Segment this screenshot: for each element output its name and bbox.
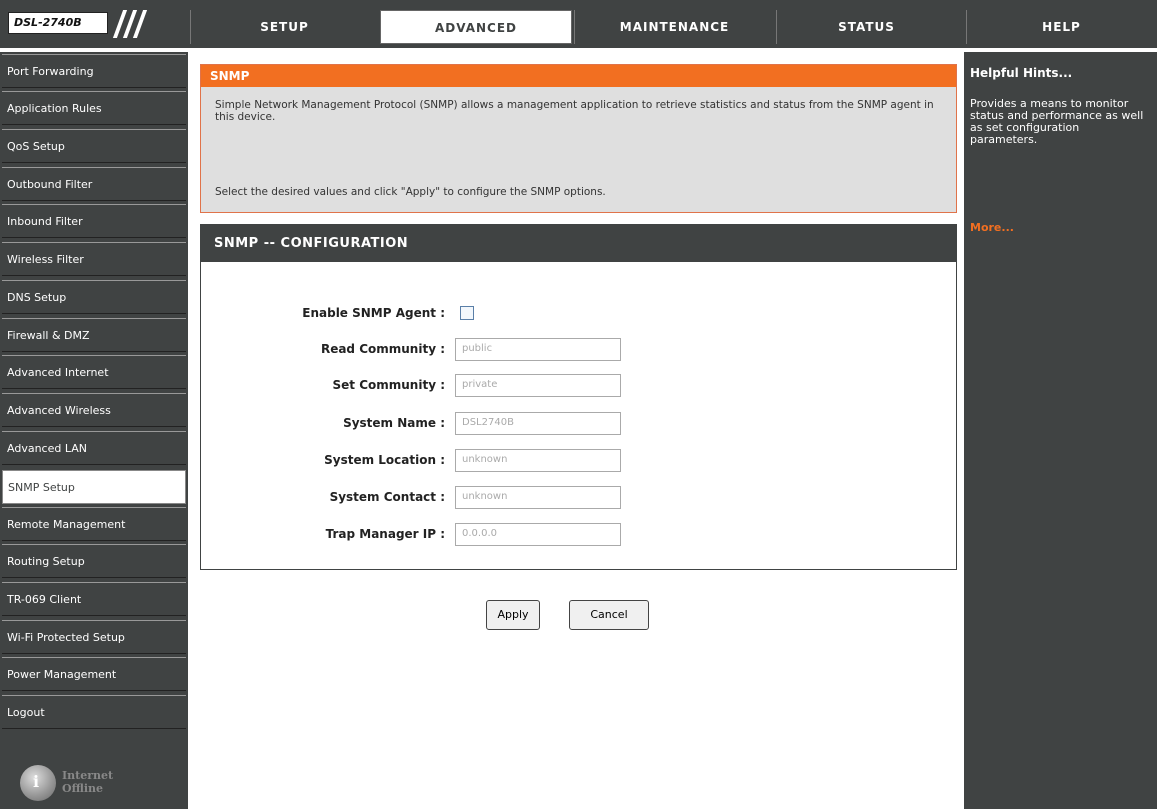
tab-status[interactable]: STATUS xyxy=(776,10,956,44)
read-community-row: Read Community : public xyxy=(201,338,958,362)
config-title: SNMP -- CONFIGURATION xyxy=(201,225,956,262)
sidebar-item-advanced-internet[interactable]: Advanced Internet xyxy=(2,355,186,389)
main-content: SNMP Simple Network Management Protocol … xyxy=(190,52,960,809)
sidebar-item-power-management[interactable]: Power Management xyxy=(2,657,186,691)
sidebar-item-routing-setup[interactable]: Routing Setup xyxy=(2,544,186,578)
system-contact-input[interactable]: unknown xyxy=(455,486,621,509)
internet-status: i Internet Offline xyxy=(20,765,170,805)
snmp-info-panel: SNMP Simple Network Management Protocol … xyxy=(200,64,957,213)
system-location-label: System Location : xyxy=(324,453,445,467)
apply-button[interactable]: Apply xyxy=(486,600,540,630)
hints-more-link[interactable]: More... xyxy=(970,221,1014,234)
internet-status-line1: Internet xyxy=(62,769,114,782)
system-name-row: System Name : DSL2740B xyxy=(201,412,958,436)
internet-status-line2: Offline xyxy=(62,782,104,795)
internet-globe-icon: i xyxy=(20,765,56,801)
read-community-input[interactable]: public xyxy=(455,338,621,361)
tab-maintenance[interactable]: MAINTENANCE xyxy=(574,10,774,44)
trap-manager-label: Trap Manager IP : xyxy=(325,527,445,541)
sidebar-item-dns-setup[interactable]: DNS Setup xyxy=(2,280,186,314)
snmp-title: SNMP xyxy=(201,65,956,87)
system-location-row: System Location : unknown xyxy=(201,449,958,473)
trap-manager-input[interactable]: 0.0.0.0 xyxy=(455,523,621,546)
read-community-label: Read Community : xyxy=(320,342,445,356)
system-location-input[interactable]: unknown xyxy=(455,449,621,472)
tab-help[interactable]: HELP xyxy=(966,10,1156,44)
system-name-label: System Name : xyxy=(343,416,445,430)
product-logo: DSL-2740B xyxy=(8,12,108,34)
enable-snmp-row: Enable SNMP Agent : xyxy=(201,302,958,326)
hints-title: Helpful Hints... xyxy=(970,66,1073,80)
logo-slashes-icon xyxy=(112,10,154,38)
sidebar-item-port-forwarding[interactable]: Port Forwarding xyxy=(2,54,186,88)
sidebar-item-tr069-client[interactable]: TR-069 Client xyxy=(2,582,186,616)
sidebar-item-remote-management[interactable]: Remote Management xyxy=(2,507,186,541)
snmp-instruction: Select the desired values and click "App… xyxy=(215,186,606,198)
sidebar: Port Forwarding Application Rules QoS Se… xyxy=(0,52,188,809)
snmp-description: Simple Network Management Protocol (SNMP… xyxy=(215,99,934,123)
sidebar-item-logout[interactable]: Logout xyxy=(2,695,186,729)
enable-snmp-checkbox[interactable] xyxy=(460,306,474,320)
set-community-label: Set Community : xyxy=(332,378,446,392)
top-bar: DSL-2740B SETUP ADVANCED MAINTENANCE STA… xyxy=(0,0,1157,48)
snmp-config-panel: SNMP -- CONFIGURATION Enable SNMP Agent … xyxy=(200,224,957,570)
tab-advanced[interactable]: ADVANCED xyxy=(380,10,572,44)
sidebar-item-outbound-filter[interactable]: Outbound Filter xyxy=(2,167,186,201)
system-contact-label: System Contact : xyxy=(329,490,445,504)
trap-manager-row: Trap Manager IP : 0.0.0.0 xyxy=(201,523,958,547)
enable-snmp-label: Enable SNMP Agent : xyxy=(302,306,445,320)
sidebar-item-advanced-lan[interactable]: Advanced LAN xyxy=(2,431,186,465)
internet-status-label: Internet Offline xyxy=(62,769,113,795)
cancel-button[interactable]: Cancel xyxy=(569,600,649,630)
sidebar-item-advanced-wireless[interactable]: Advanced Wireless xyxy=(2,393,186,427)
set-community-row: Set Community : private xyxy=(201,374,958,398)
logo-area: DSL-2740B xyxy=(2,4,182,44)
sidebar-item-wireless-filter[interactable]: Wireless Filter xyxy=(2,242,186,276)
sidebar-item-firewall-dmz[interactable]: Firewall & DMZ xyxy=(2,318,186,352)
tab-setup[interactable]: SETUP xyxy=(190,10,378,44)
helpful-hints-panel: Helpful Hints... Provides a means to mon… xyxy=(964,52,1157,809)
hints-text: Provides a means to monitor status and p… xyxy=(970,97,1144,146)
sidebar-item-wifi-protected-setup[interactable]: Wi-Fi Protected Setup xyxy=(2,620,186,654)
sidebar-item-inbound-filter[interactable]: Inbound Filter xyxy=(2,204,186,238)
sidebar-item-qos-setup[interactable]: QoS Setup xyxy=(2,129,186,163)
set-community-input[interactable]: private xyxy=(455,374,621,397)
system-contact-row: System Contact : unknown xyxy=(201,486,958,510)
sidebar-item-application-rules[interactable]: Application Rules xyxy=(2,91,186,125)
sidebar-item-snmp-setup[interactable]: SNMP Setup xyxy=(2,470,186,504)
system-name-input[interactable]: DSL2740B xyxy=(455,412,621,435)
